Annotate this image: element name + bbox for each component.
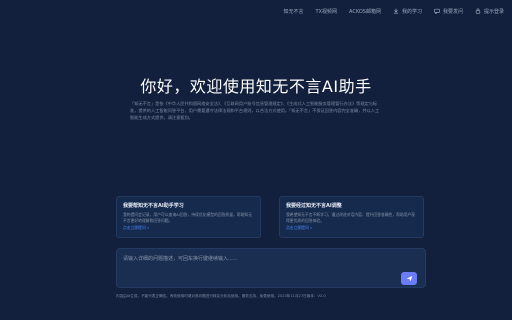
disclaimer-footer: 内容由AI生成，不能代表正确性。有效使用时请对其问题进行核实分析后使用。服务支持… xyxy=(116,294,326,298)
card-description: 我的提问会记录，用户可以查询AI回答，持续优化模型的回答质量，帮助知无不言更好地… xyxy=(123,212,253,223)
question-input[interactable] xyxy=(121,253,395,285)
top-nav: 知无不言 TX视频网 ACKOS邮箱网 我的学习 我要发问 提示登录 xyxy=(284,0,512,22)
page-title: 你好，欢迎使用知无不言AI助手 xyxy=(140,77,372,96)
question-composer xyxy=(116,248,426,288)
nav-label: 我要发问 xyxy=(442,8,463,15)
card-title: 我要经过知无不言AI调整 xyxy=(286,203,342,209)
nav-label: TX视频网 xyxy=(315,8,337,15)
send-icon xyxy=(406,276,412,282)
nav-label: 提示登录 xyxy=(483,8,504,15)
nav-label: 知无不言 xyxy=(283,8,304,15)
nav-label: ACKOS邮箱网 xyxy=(349,8,381,15)
nav-item-my-learning[interactable]: 我的学习 xyxy=(393,8,422,15)
nav-item-ackos-mail[interactable]: ACKOS邮箱网 xyxy=(349,8,381,15)
nav-item-login[interactable]: 提示登录 xyxy=(475,8,504,15)
card-title: 我要帮知无不言AI助手学习 xyxy=(123,203,184,209)
send-button[interactable] xyxy=(401,272,417,285)
intro-text: 「知无不言」是依《中华人民共和国网络安全法》、《互联网用户账号信息管理规定》、《… xyxy=(130,101,380,120)
card-link[interactable]: 点击立即提问 » xyxy=(286,225,417,231)
suggestion-card-learning[interactable]: 我要帮知无不言AI助手学习 我的提问会记录，用户可以查询AI回答，持续优化模型的… xyxy=(116,196,261,238)
nav-item-tx-video[interactable]: TX视频网 xyxy=(316,8,337,15)
card-link[interactable]: 点击立即提问 » xyxy=(123,225,254,231)
card-description: 我希望知无不言不断学习，通过改进对话内容，提升回答准确性，帮助用户获得更优质的回… xyxy=(286,212,416,223)
nav-item-zhiwubuyan[interactable]: 知无不言 xyxy=(284,8,304,15)
lock-icon xyxy=(475,8,481,14)
download-icon xyxy=(393,8,399,14)
message-icon xyxy=(434,8,440,14)
suggestion-card-adjust[interactable]: 我要经过知无不言AI调整 我希望知无不言不断学习，通过改进对话内容，提升回答准确… xyxy=(279,196,424,238)
nav-label: 我的学习 xyxy=(401,8,422,15)
nav-item-ask[interactable]: 我要发问 xyxy=(434,8,463,15)
